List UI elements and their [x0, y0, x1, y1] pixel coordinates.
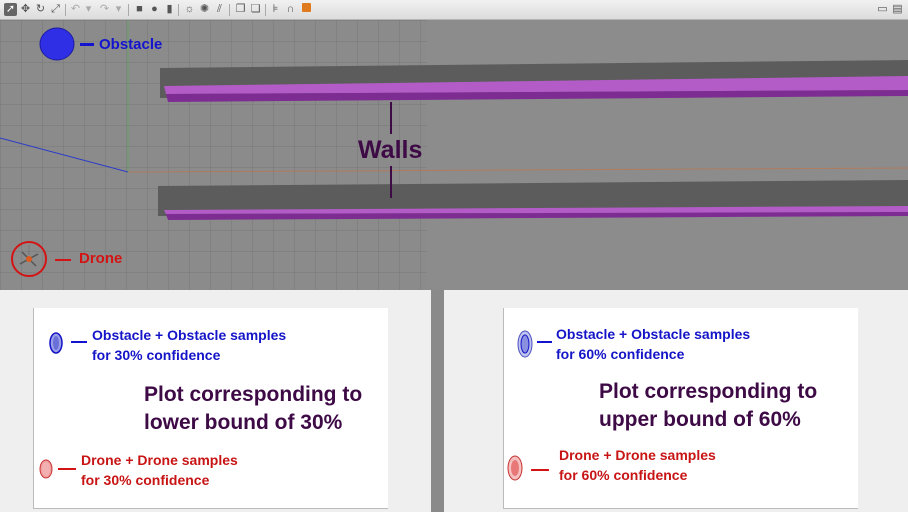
redo-icon[interactable]: ↷ — [98, 3, 111, 16]
select-arrow-icon[interactable]: ➚ — [4, 3, 17, 16]
headphones-icon[interactable]: ∩ — [284, 3, 297, 16]
record-icon[interactable] — [300, 3, 313, 16]
drone-marker — [511, 460, 519, 476]
sphere-icon[interactable]: ● — [148, 3, 161, 16]
legend-obstacle-line2: for 60% confidence — [556, 346, 685, 362]
obstacle-pointer — [80, 43, 94, 46]
undo-icon[interactable]: ↶ — [69, 3, 82, 16]
plot-title-line1: Plot corresponding to — [144, 383, 363, 406]
legend-obstacle-pointer — [71, 341, 87, 343]
y-axis-line — [0, 137, 129, 173]
drone-model[interactable] — [19, 245, 39, 267]
box-icon[interactable]: ■ — [133, 3, 146, 16]
legend-drone-line2: for 30% confidence — [81, 472, 210, 488]
redo-dropdown-icon[interactable]: ▾ — [112, 3, 125, 16]
legend-drone-line2: for 60% confidence — [559, 467, 688, 483]
plot-title-line2: lower bound of 30% — [144, 411, 343, 434]
legend-obstacle-line1: Obstacle + Obstacle samples — [556, 326, 751, 342]
spot-light-icon[interactable]: ✺ — [198, 3, 211, 16]
copy-icon[interactable]: ❐ — [234, 3, 247, 16]
legend-obstacle-line2: for 30% confidence — [92, 347, 221, 363]
toolbar-separator — [178, 4, 179, 16]
point-light-icon[interactable]: ☼ — [183, 3, 196, 16]
directional-light-icon[interactable]: ⫽ — [213, 3, 226, 16]
legend-obstacle-pointer — [537, 341, 552, 343]
legend-drone-line1: Drone + Drone samples — [81, 452, 238, 468]
gazebo-toolbar: ➚ ✥ ↻ ⤢ ↶ ▾ ↷ ▾ ■ ● ▮ ☼ ✺ ⫽ ❐ ❏ ⊧ ∩ ▭ ▤ — [0, 0, 908, 20]
legend-drone-line1: Drone + Drone samples — [559, 447, 716, 463]
align-icon[interactable]: ⊧ — [269, 3, 282, 16]
left-plot-panel: Obstacle + Obstacle samples for 30% conf… — [0, 290, 431, 512]
legend-drone-pointer — [531, 469, 549, 471]
legend-drone-pointer — [58, 468, 76, 470]
x-axis-line — [127, 167, 908, 173]
obstacle-marker — [520, 334, 530, 354]
toolbar-separator — [65, 4, 66, 16]
cylinder-icon[interactable]: ▮ — [163, 3, 176, 16]
drone-label: Drone — [79, 250, 123, 267]
toolbar-separator — [229, 4, 230, 16]
scene-viewport[interactable]: Obstacle Drone Walls — [0, 20, 908, 290]
undo-dropdown-icon[interactable]: ▾ — [82, 3, 95, 16]
obstacle-label: Obstacle — [99, 36, 163, 53]
paste-icon[interactable]: ❏ — [249, 3, 262, 16]
screenshot-icon[interactable]: ▭ — [876, 3, 889, 16]
scene-geometry — [0, 20, 908, 277]
obstacle-marker — [53, 336, 59, 350]
plot-title-line1: Plot corresponding to — [599, 380, 818, 403]
move-icon[interactable]: ✥ — [19, 3, 32, 16]
walls-label: Walls — [358, 136, 423, 164]
toolbar-separator — [265, 4, 266, 16]
right-plot-panel: Obstacle + Obstacle samples for 60% conf… — [444, 290, 908, 512]
rotate-icon[interactable]: ↻ — [34, 3, 47, 16]
drone-marker — [42, 462, 50, 476]
scale-icon[interactable]: ⤢ — [49, 3, 62, 16]
log-icon[interactable]: ▤ — [891, 3, 904, 16]
drone-pointer — [55, 259, 71, 261]
legend-obstacle-line1: Obstacle + Obstacle samples — [92, 327, 287, 343]
plot-title-line2: upper bound of 60% — [599, 408, 801, 431]
toolbar-separator — [128, 4, 129, 16]
obstacle-sphere[interactable] — [39, 27, 75, 61]
